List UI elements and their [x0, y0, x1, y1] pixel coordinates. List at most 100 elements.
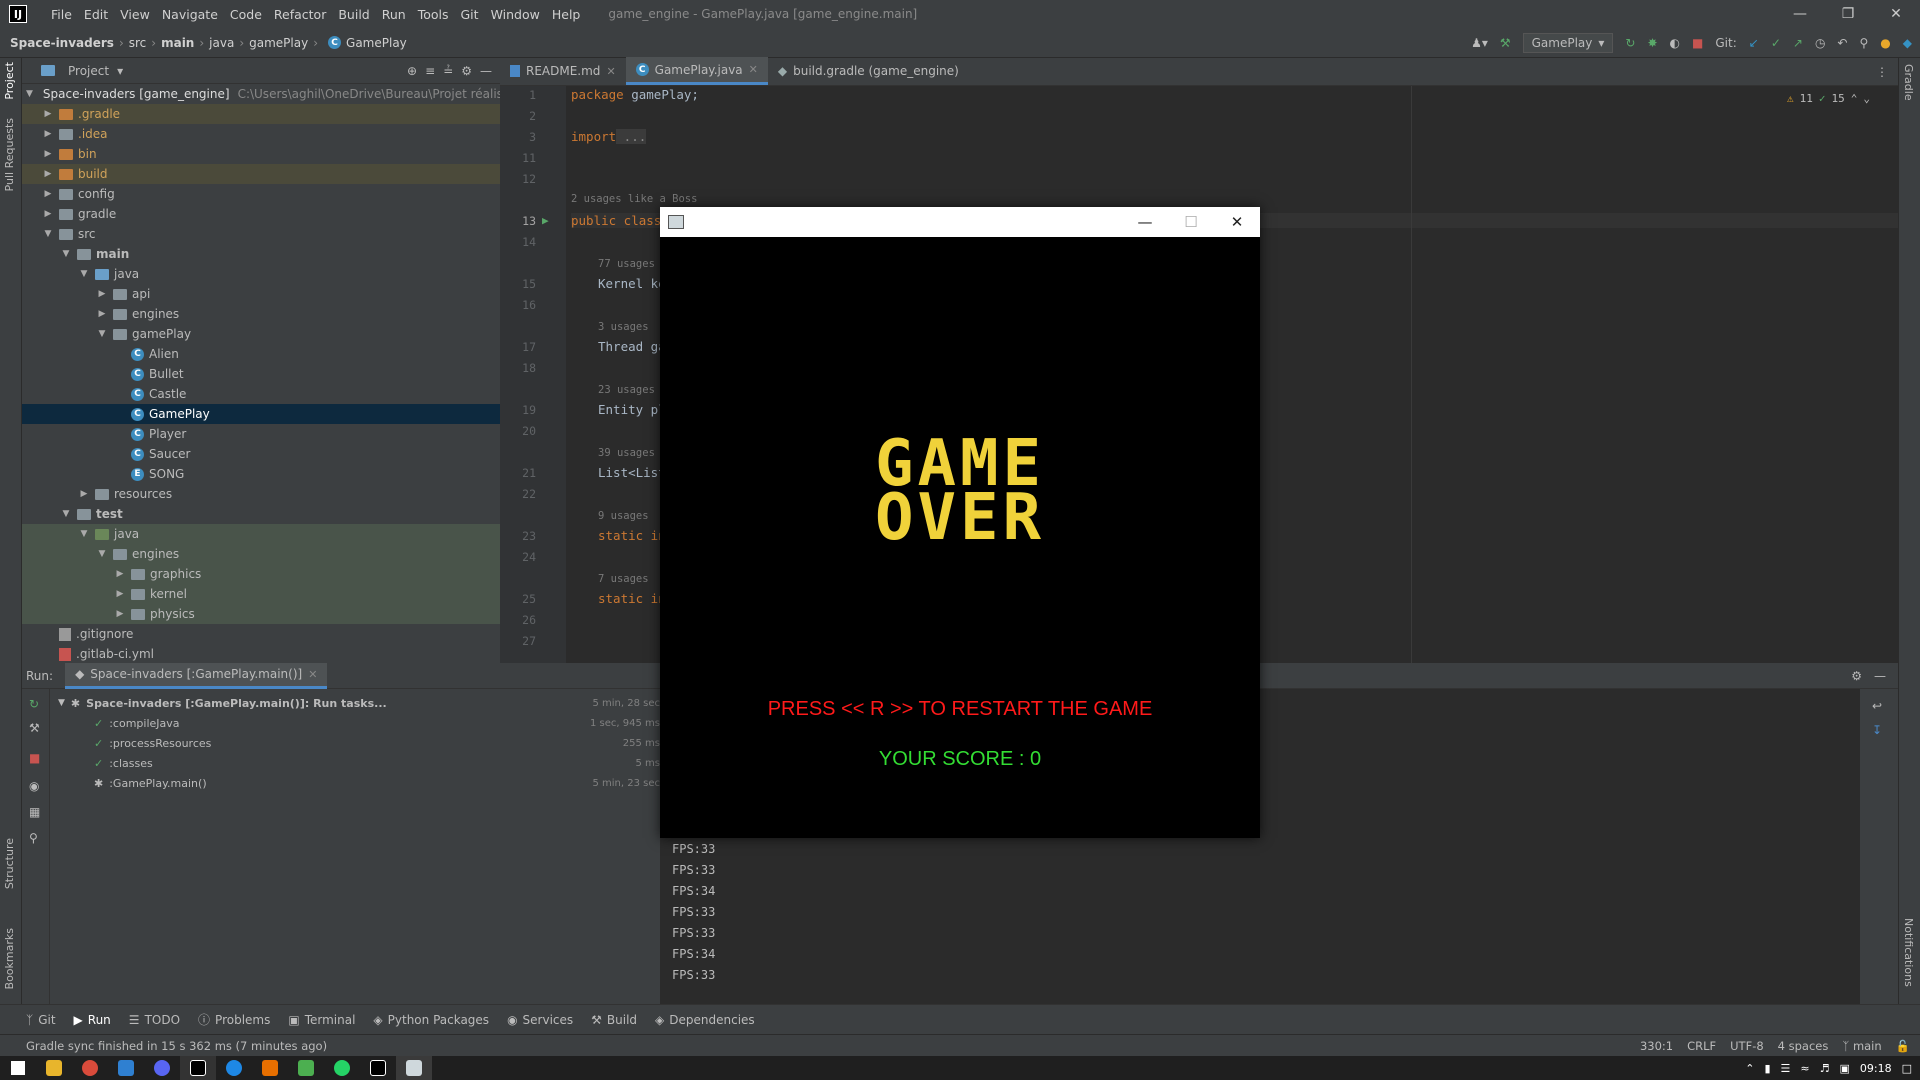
- maximize-icon[interactable]: ☐: [1168, 207, 1214, 237]
- java-window-icon[interactable]: [396, 1056, 432, 1080]
- structure-tool-button[interactable]: Structure: [3, 838, 16, 889]
- tree-item-gameplay-class[interactable]: C GamePlay: [22, 404, 500, 424]
- search-icon[interactable]: ⚲: [1859, 36, 1868, 50]
- tool-terminal[interactable]: ▣ Terminal: [288, 1013, 355, 1027]
- close-icon[interactable]: ✕: [606, 65, 615, 78]
- menu-build[interactable]: Build: [332, 7, 375, 22]
- network-icon[interactable]: ☰: [1781, 1062, 1791, 1075]
- tree-item-song[interactable]: E SONG: [22, 464, 500, 484]
- close-icon[interactable]: ✕: [749, 63, 758, 76]
- stop-icon[interactable]: ■: [29, 751, 40, 765]
- layout-icon[interactable]: ▦: [29, 805, 40, 819]
- hide-icon[interactable]: —: [480, 64, 492, 78]
- menu-view[interactable]: View: [114, 7, 156, 22]
- breadcrumb-src[interactable]: src: [129, 36, 147, 50]
- volume-icon[interactable]: ♬: [1820, 1062, 1830, 1075]
- tree-item-kernel[interactable]: ▶ kernel: [22, 584, 500, 604]
- project-tool-button[interactable]: Project: [3, 62, 16, 100]
- run-task-process-resources[interactable]: ✓:processResources 255 ms: [50, 733, 660, 753]
- minimize-icon[interactable]: —: [1122, 207, 1168, 237]
- updates-icon[interactable]: ●: [1880, 36, 1890, 50]
- tree-item-api[interactable]: ▶ api: [22, 284, 500, 304]
- breadcrumb-gameplay-package[interactable]: gamePlay: [249, 36, 308, 50]
- run-task-gameplay-main[interactable]: ✱:GamePlay.main() 5 min, 23 sec: [50, 773, 660, 793]
- battery-icon[interactable]: ▮: [1764, 1062, 1770, 1075]
- user-icon[interactable]: ♟▾: [1471, 36, 1488, 50]
- tool-services[interactable]: ◉ Services: [507, 1013, 573, 1027]
- pin-icon[interactable]: ⚲: [29, 831, 38, 845]
- tree-item-resources[interactable]: ▶ resources: [22, 484, 500, 504]
- gear-icon[interactable]: ⚙: [1851, 669, 1862, 683]
- rerun-icon[interactable]: ↻: [1625, 36, 1635, 50]
- game-window-titlebar[interactable]: — ☐ ✕: [660, 207, 1260, 237]
- run-task-root[interactable]: ▼ ✱ Space-invaders [:GamePlay.main()]: Ru…: [50, 693, 660, 713]
- breadcrumb-main[interactable]: main: [161, 36, 194, 50]
- menu-file[interactable]: File: [45, 7, 78, 22]
- vscode-icon[interactable]: [108, 1056, 144, 1080]
- tool-todo[interactable]: ☰ TODO: [129, 1013, 180, 1027]
- stop-icon[interactable]: ■: [1692, 36, 1703, 50]
- inspection-widget[interactable]: ⚠ 11 ✓ 15 ⌃ ⌄: [1787, 92, 1870, 105]
- tree-item-java[interactable]: ▼ java: [22, 264, 500, 284]
- chevron-down-icon[interactable]: ▾: [117, 64, 123, 78]
- tree-item-saucer[interactable]: C Saucer: [22, 444, 500, 464]
- expand-all-icon[interactable]: ≡: [425, 64, 435, 78]
- minimize-icon[interactable]: —: [1776, 0, 1824, 28]
- tool-python-packages[interactable]: ◈ Python Packages: [373, 1013, 489, 1027]
- menu-refactor[interactable]: Refactor: [268, 7, 332, 22]
- app-icon[interactable]: [288, 1056, 324, 1080]
- wrench-icon[interactable]: ⚒: [29, 721, 40, 735]
- coverage-icon[interactable]: ◐: [1670, 36, 1680, 50]
- rerun-icon[interactable]: ↻: [29, 697, 39, 711]
- gradle-tool-button[interactable]: Gradle: [1902, 64, 1915, 101]
- tab-gameplay-java[interactable]: C GamePlay.java ✕: [625, 57, 768, 85]
- breadcrumb-project[interactable]: Space-invaders: [10, 36, 114, 50]
- git-history-icon[interactable]: ◷: [1815, 36, 1825, 50]
- file-encoding[interactable]: UTF-8: [1730, 1039, 1764, 1053]
- run-configuration-select[interactable]: GamePlay ▾: [1522, 33, 1614, 53]
- close-icon[interactable]: ✕: [1214, 207, 1260, 237]
- tree-item-gitignore[interactable]: .gitignore: [22, 624, 500, 644]
- tree-item-config[interactable]: ▶ config: [22, 184, 500, 204]
- indent-setting[interactable]: 4 spaces: [1778, 1039, 1829, 1053]
- tool-git[interactable]: ᛉ Git: [26, 1013, 56, 1027]
- tree-item-test-java[interactable]: ▼ java: [22, 524, 500, 544]
- tree-item-graphics[interactable]: ▶ graphics: [22, 564, 500, 584]
- tab-readme[interactable]: README.md ✕: [500, 57, 626, 85]
- menu-window[interactable]: Window: [485, 7, 546, 22]
- run-tab[interactable]: ◆ Space-invaders [:GamePlay.main()] ✕: [65, 662, 328, 689]
- pycharm-icon[interactable]: [360, 1056, 396, 1080]
- tree-root[interactable]: ▼ Space-invaders [game_engine] C:\Users\…: [22, 84, 500, 104]
- java-icon[interactable]: [252, 1056, 288, 1080]
- tree-item-gameplay-package[interactable]: ▼ gamePlay: [22, 324, 500, 344]
- bookmarks-tool-button[interactable]: Bookmarks: [3, 928, 16, 989]
- menu-navigate[interactable]: Navigate: [156, 7, 224, 22]
- git-update-icon[interactable]: ↙: [1749, 36, 1759, 50]
- tool-build[interactable]: ⚒ Build: [591, 1013, 637, 1027]
- tree-item-gradle[interactable]: ▶ gradle: [22, 204, 500, 224]
- start-icon[interactable]: [0, 1056, 36, 1080]
- whatsapp-icon[interactable]: [324, 1056, 360, 1080]
- tree-item-alien[interactable]: C Alien: [22, 344, 500, 364]
- clock[interactable]: 09:18: [1860, 1062, 1892, 1075]
- line-separator[interactable]: CRLF: [1687, 1039, 1716, 1053]
- project-view-select[interactable]: Project: [68, 64, 109, 78]
- scroll-to-end-icon[interactable]: ↧: [1872, 723, 1882, 737]
- tree-item-build[interactable]: ▶ build: [22, 164, 500, 184]
- tool-dependencies[interactable]: ◈ Dependencies: [655, 1013, 755, 1027]
- pull-requests-tool-button[interactable]: Pull Requests: [3, 118, 16, 191]
- breadcrumb-java[interactable]: java: [209, 36, 234, 50]
- app-icon[interactable]: [216, 1056, 252, 1080]
- game-window[interactable]: — ☐ ✕ GAME OVER PRESS << R >> TO RESTART…: [660, 207, 1260, 838]
- tree-item-castle[interactable]: C Castle: [22, 384, 500, 404]
- chrome-icon[interactable]: [72, 1056, 108, 1080]
- wifi-icon[interactable]: ≈: [1800, 1062, 1809, 1075]
- chevron-up-icon[interactable]: ⌃: [1745, 1062, 1754, 1075]
- tree-item-engines[interactable]: ▶ engines: [22, 304, 500, 324]
- language-icon[interactable]: ▣: [1839, 1062, 1849, 1075]
- run-gutter-icon[interactable]: ▶: [542, 214, 549, 227]
- run-task-compile-java[interactable]: ✓:compileJava 1 sec, 945 ms: [50, 713, 660, 733]
- caret-position[interactable]: 330:1: [1640, 1039, 1673, 1053]
- menu-tools[interactable]: Tools: [412, 7, 455, 22]
- git-commit-icon[interactable]: ✓: [1771, 36, 1781, 50]
